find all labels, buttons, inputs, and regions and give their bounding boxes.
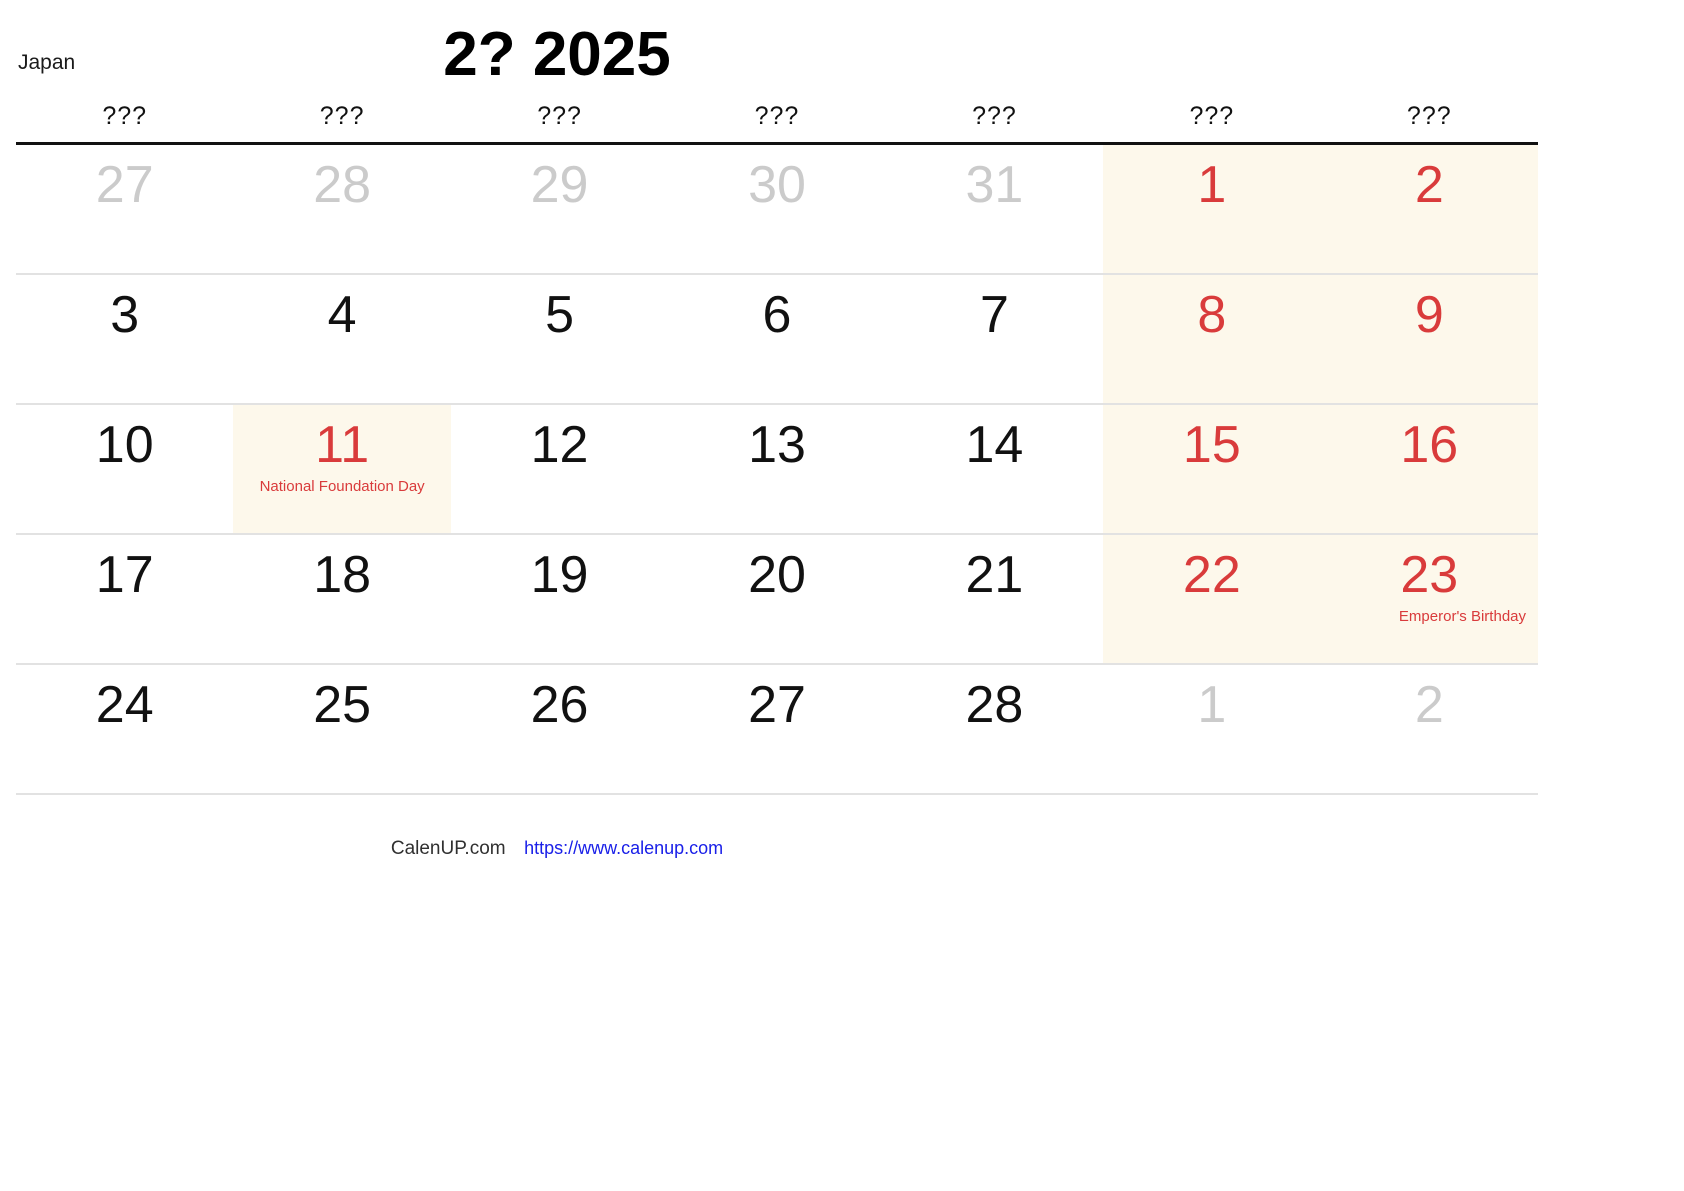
day-cell[interactable]: 21 [886,535,1103,663]
day-number: 29 [530,156,589,214]
weekday-header-5: ??? [1189,102,1235,130]
day-cell[interactable]: 31 [886,145,1103,273]
day-number: 12 [530,416,589,474]
day-number: 6 [762,286,792,344]
day-number: 28 [965,676,1024,734]
day-cell[interactable]: 25 [233,665,450,793]
week-row: 17 18 19 20 21 22 23 Emperor's Birthday [16,535,1538,665]
day-number: 27 [748,676,806,734]
weekday-header-2: ??? [537,102,582,130]
day-number: 25 [313,676,372,734]
day-cell[interactable]: 24 [16,665,233,793]
week-row: 3 4 5 6 7 8 9 [16,275,1538,405]
day-number: 7 [979,286,1009,344]
day-cell[interactable]: 6 [668,275,885,403]
weekday-header-6: ??? [1406,102,1452,130]
day-cell[interactable]: 27 [668,665,885,793]
day-cell[interactable]: 15 [1103,405,1321,533]
day-cell[interactable]: 12 [451,405,668,533]
day-number: 22 [1182,546,1241,604]
calendar-grid: ????????????????????? 27 28 29 30 31 1 2 3 4 5 6 7 8… [16,104,1538,795]
day-number: 31 [965,156,1024,214]
day-number: 18 [313,546,372,604]
day-cell[interactable]: 29 [451,145,668,273]
day-cell[interactable]: 19 [451,535,668,663]
day-cell[interactable]: 28 [233,145,450,273]
day-cell[interactable]: 10 [16,405,233,533]
day-cell[interactable]: 5 [451,275,668,403]
weekday-header-3: ??? [754,102,800,130]
weekday-header-1: ??? [319,102,365,130]
footer: CalenUP.com https://www.calenup.com [0,838,1684,860]
day-number: 1 [1197,156,1227,214]
page-title: 2? 2025 [443,20,671,89]
day-cell[interactable]: 23 Emperor's Birthday [1320,535,1538,663]
day-cell[interactable]: 8 [1103,275,1321,403]
day-cell[interactable]: 27 [16,145,233,273]
day-number: 13 [748,416,806,474]
day-number: 10 [95,416,154,474]
day-number: 2 [1414,676,1444,734]
day-number: 30 [748,156,806,214]
day-cell[interactable]: 30 [668,145,885,273]
day-number: 17 [95,546,154,604]
day-cell[interactable]: 18 [233,535,450,663]
holiday-label: Emperor's Birthday [1398,608,1526,626]
day-cell[interactable]: 22 [1103,535,1321,663]
weekday-header-0: ??? [102,102,148,130]
day-cell[interactable]: 3 [16,275,233,403]
week-row: 24 25 26 27 28 1 2 [16,665,1538,795]
week-row: 10 11 National Foundation Day 12 13 14 15 16 [16,405,1538,535]
day-cell[interactable]: 20 [668,535,885,663]
day-number: 23 [1400,546,1459,604]
weekday-header-4: ??? [972,102,1017,130]
day-number: 11 [315,416,370,474]
day-number: 24 [95,676,154,734]
calendar-page: Japan 2? 2025 ????????????????????? 27 28… [0,0,1684,1191]
day-cell[interactable]: 17 [16,535,233,663]
day-number: 1 [1197,676,1227,734]
day-number: 15 [1182,416,1241,474]
day-number: 9 [1414,286,1444,344]
day-number: 28 [313,156,372,214]
day-cell[interactable]: 4 [233,275,450,403]
day-number: 4 [327,286,357,344]
day-cell[interactable]: 14 [886,405,1103,533]
day-number: 8 [1197,286,1227,344]
holiday-label: National Foundation Day [259,478,425,496]
day-cell[interactable]: 7 [886,275,1103,403]
day-number: 19 [530,546,589,604]
day-cell[interactable]: 2 [1320,145,1538,273]
day-cell[interactable]: 11 National Foundation Day [233,405,451,533]
day-number: 27 [95,156,154,214]
weekday-header-row: ????????????????????? [16,104,1538,142]
day-cell[interactable]: 1 [1103,145,1321,273]
day-number: 5 [545,286,575,344]
day-number: 21 [965,546,1024,604]
day-number: 2 [1414,156,1444,214]
day-number: 16 [1400,416,1459,474]
week-row: 27 28 29 30 31 1 2 [16,145,1538,275]
day-cell[interactable]: 1 [1103,665,1320,793]
day-number: 3 [110,286,140,344]
day-cell[interactable]: 16 [1320,405,1538,533]
day-cell[interactable]: 9 [1320,275,1538,403]
day-cell[interactable]: 26 [451,665,668,793]
calendar-weeks: 27 28 29 30 31 1 2 3 4 5 6 7 8 9 10 11 National Foundati… [16,145,1538,795]
day-number: 14 [965,416,1024,474]
day-number: 26 [530,676,589,734]
footer-brand: CalenUP.com [390,838,506,859]
day-cell[interactable]: 2 [1321,665,1538,793]
day-number: 20 [748,546,806,604]
day-cell[interactable]: 13 [668,405,885,533]
footer-url-link[interactable]: https://www.calenup.com [524,838,723,858]
calendar-header: Japan 2? 2025 [0,0,1684,100]
day-cell[interactable]: 28 [886,665,1103,793]
